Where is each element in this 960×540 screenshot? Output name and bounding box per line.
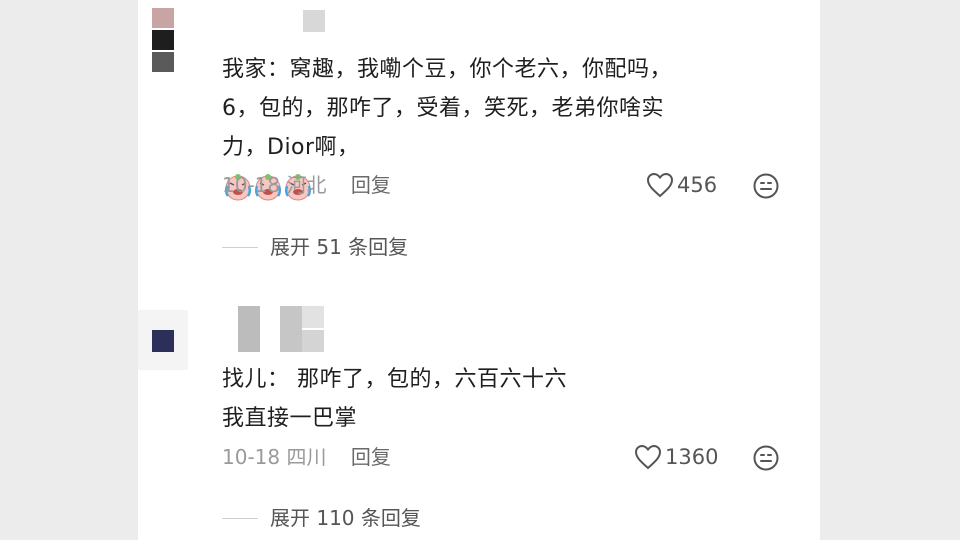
- comment-location: 四川: [286, 445, 327, 469]
- emoji-face-icon: [753, 445, 779, 471]
- reply-button[interactable]: 回复: [351, 442, 391, 472]
- avatar[interactable]: [152, 8, 174, 74]
- comment-meta: 10-18 河北 回复: [222, 170, 391, 200]
- comment-panel: 我家：窝趣，我嘞个豆，你个老六，你配吗， 6，包的，那咋了，受着，笑死，老弟你啥…: [138, 0, 820, 540]
- like-button[interactable]: 1360: [634, 442, 718, 472]
- heart-outline-icon: [646, 172, 674, 198]
- comment-meta: 10-18 四川 回复: [222, 442, 391, 472]
- like-button[interactable]: 456: [646, 170, 717, 200]
- comment-text: 找儿： 那咋了，包的，六百六十六 我直接一巴掌: [222, 367, 567, 431]
- comment-location: 河北: [286, 173, 327, 197]
- comment-date: 10-18: [222, 173, 281, 197]
- like-count: 456: [677, 173, 718, 197]
- username-redacted: [238, 306, 324, 352]
- expand-replies-label: 展开 51 条回复: [270, 235, 409, 259]
- expand-replies-button[interactable]: 展开 51 条回复: [222, 232, 408, 262]
- heart-outline-icon: [634, 444, 662, 470]
- divider: [222, 246, 258, 248]
- emoji-face-icon: [753, 173, 779, 199]
- emoji-react-button[interactable]: [752, 172, 780, 204]
- like-count: 1360: [665, 445, 719, 469]
- comment-date: 10-18: [222, 445, 281, 469]
- reply-button[interactable]: 回复: [351, 170, 391, 200]
- divider: [222, 517, 258, 519]
- avatar[interactable]: [138, 310, 188, 370]
- expand-replies-button[interactable]: 展开 110 条回复: [222, 503, 421, 533]
- expand-replies-label: 展开 110 条回复: [270, 506, 421, 530]
- username-redacted: [303, 10, 325, 32]
- emoji-react-button[interactable]: [752, 444, 780, 476]
